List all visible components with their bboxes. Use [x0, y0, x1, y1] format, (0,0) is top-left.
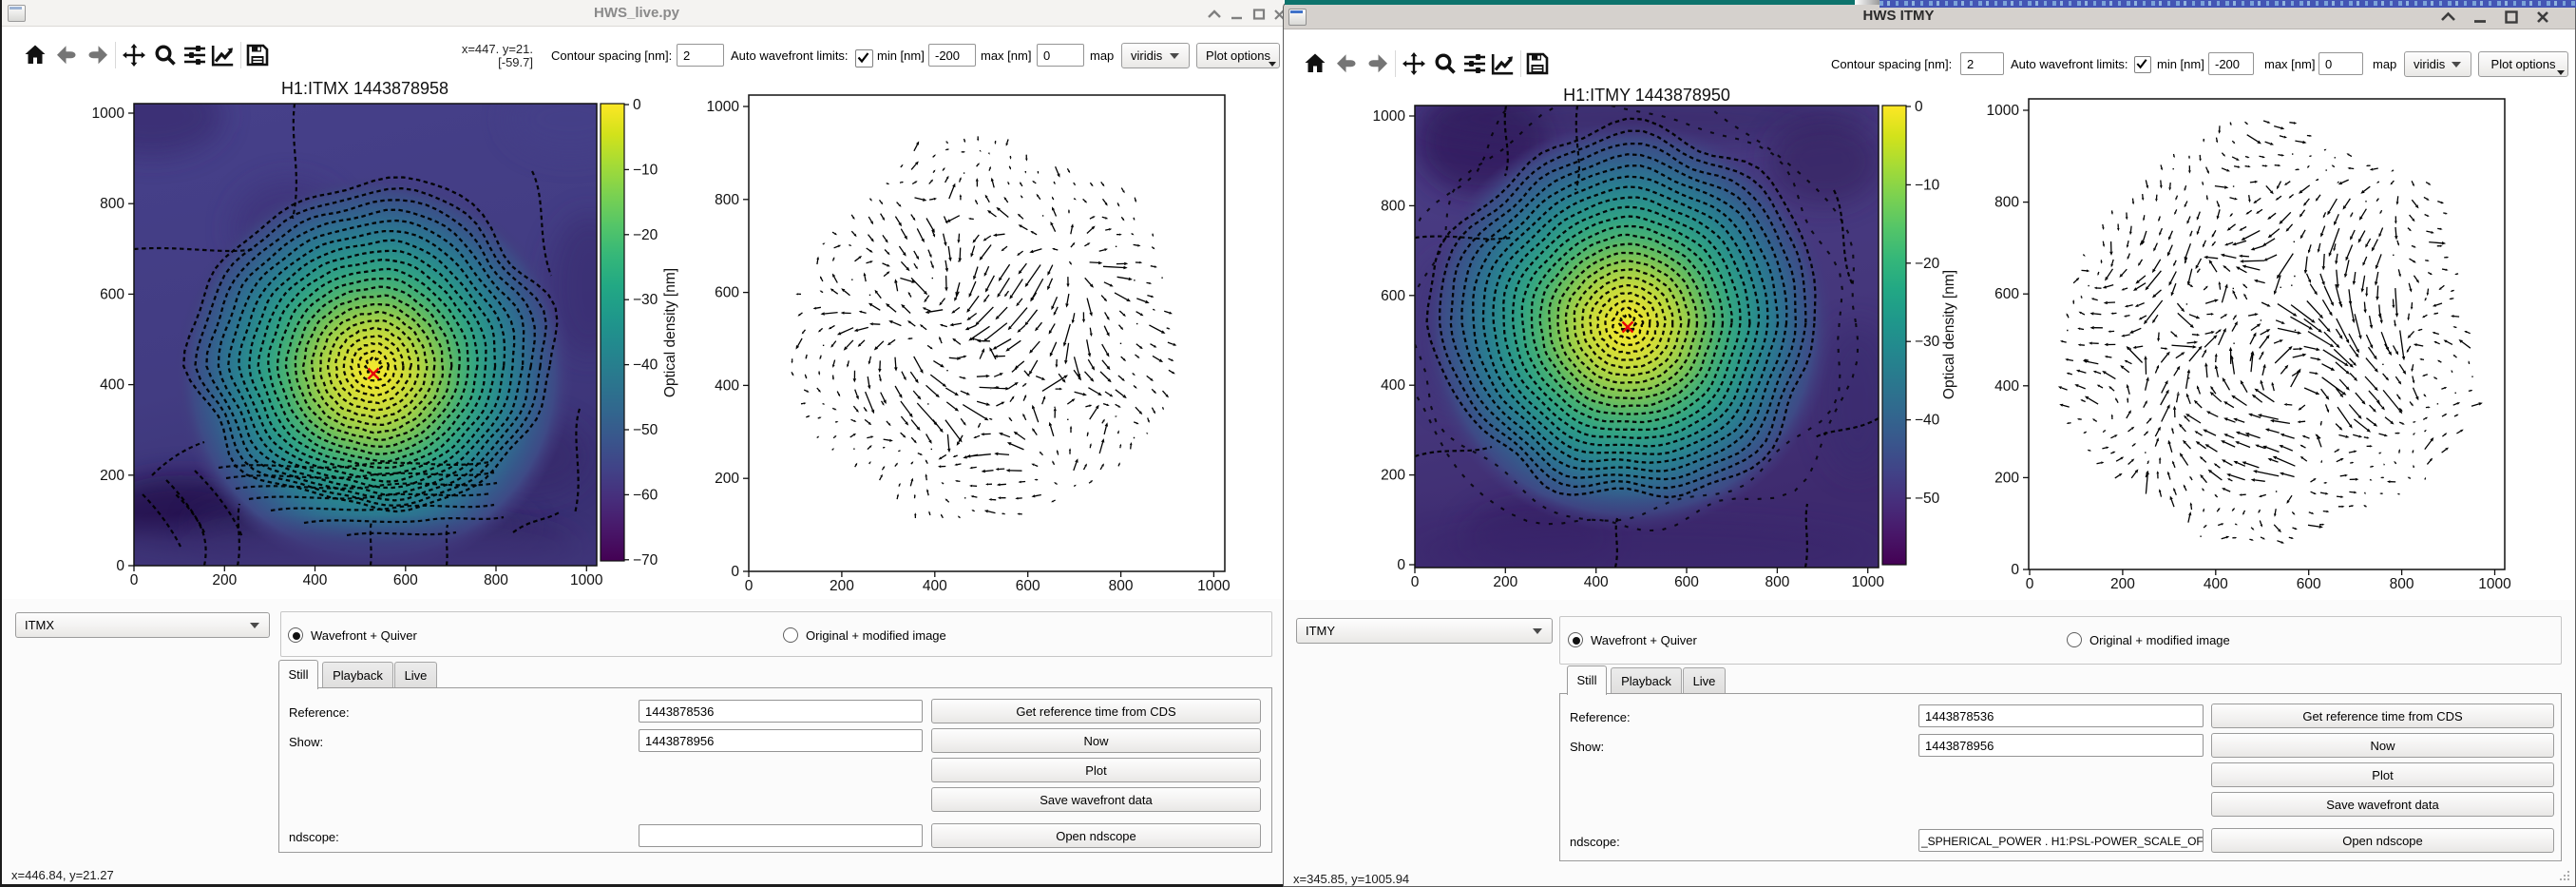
svg-text:−30: −30	[633, 292, 658, 308]
svg-text:200: 200	[1381, 468, 1405, 484]
svg-text:200: 200	[2110, 576, 2135, 592]
svg-text:−10: −10	[1915, 177, 1940, 193]
svg-text:800: 800	[100, 196, 124, 212]
svg-text:200: 200	[1994, 470, 2019, 486]
svg-text:800: 800	[1765, 574, 1789, 590]
svg-text:0: 0	[116, 558, 124, 574]
svg-text:600: 600	[393, 572, 418, 588]
svg-text:0: 0	[1915, 99, 1923, 115]
svg-text:400: 400	[715, 377, 739, 394]
svg-text:600: 600	[1016, 578, 1040, 594]
svg-text:−60: −60	[633, 487, 658, 503]
svg-text:800: 800	[1109, 578, 1134, 594]
svg-text:600: 600	[2297, 576, 2321, 592]
svg-text:0: 0	[2011, 562, 2019, 578]
svg-text:0: 0	[633, 97, 641, 113]
svg-text:600: 600	[715, 285, 739, 301]
svg-text:600: 600	[1674, 574, 1699, 590]
svg-text:H1:ITMY 1443878950: H1:ITMY 1443878950	[1563, 86, 1730, 105]
svg-text:0: 0	[731, 564, 739, 580]
svg-text:1000: 1000	[2478, 576, 2511, 592]
svg-text:1000: 1000	[1197, 578, 1231, 594]
svg-text:−20: −20	[1915, 256, 1940, 272]
svg-text:0: 0	[2026, 576, 2034, 592]
svg-text:−50: −50	[1915, 491, 1940, 507]
svg-text:1000: 1000	[707, 99, 740, 115]
svg-text:800: 800	[2390, 576, 2414, 592]
svg-text:1000: 1000	[92, 106, 125, 122]
svg-text:1000: 1000	[1987, 103, 2020, 119]
svg-text:400: 400	[2204, 576, 2228, 592]
svg-text:−70: −70	[633, 552, 658, 569]
svg-text:Optical density [nm]: Optical density [nm]	[1941, 270, 1957, 399]
svg-text:200: 200	[212, 572, 237, 588]
svg-text:1000: 1000	[1851, 574, 1884, 590]
svg-text:−10: −10	[633, 162, 658, 178]
svg-text:400: 400	[100, 377, 124, 394]
svg-text:1000: 1000	[1373, 108, 1406, 125]
svg-text:−20: −20	[633, 227, 658, 243]
svg-text:600: 600	[100, 286, 124, 302]
svg-text:400: 400	[1584, 574, 1609, 590]
svg-text:Optical density [nm]: Optical density [nm]	[662, 268, 678, 397]
svg-text:200: 200	[715, 471, 739, 487]
svg-text:400: 400	[1994, 378, 2019, 395]
svg-text:200: 200	[100, 468, 124, 484]
svg-text:400: 400	[303, 572, 328, 588]
svg-text:−40: −40	[633, 357, 658, 374]
svg-text:0: 0	[745, 578, 754, 594]
svg-text:−50: −50	[633, 422, 658, 438]
svg-text:800: 800	[1381, 198, 1405, 214]
svg-text:−30: −30	[1915, 334, 1940, 350]
svg-text:−40: −40	[1915, 413, 1940, 429]
svg-text:200: 200	[830, 578, 854, 594]
svg-text:800: 800	[715, 192, 739, 208]
svg-text:0: 0	[130, 572, 139, 588]
svg-text:600: 600	[1381, 288, 1405, 304]
svg-text:400: 400	[1381, 377, 1405, 394]
svg-text:800: 800	[484, 572, 508, 588]
svg-text:1000: 1000	[570, 572, 603, 588]
svg-text:200: 200	[1493, 574, 1517, 590]
svg-text:400: 400	[923, 578, 947, 594]
svg-text:600: 600	[1994, 286, 2019, 302]
svg-text:0: 0	[1411, 574, 1420, 590]
svg-text:H1:ITMX 1443878958: H1:ITMX 1443878958	[281, 79, 448, 98]
svg-text:0: 0	[1397, 557, 1405, 573]
svg-text:800: 800	[1994, 195, 2019, 211]
